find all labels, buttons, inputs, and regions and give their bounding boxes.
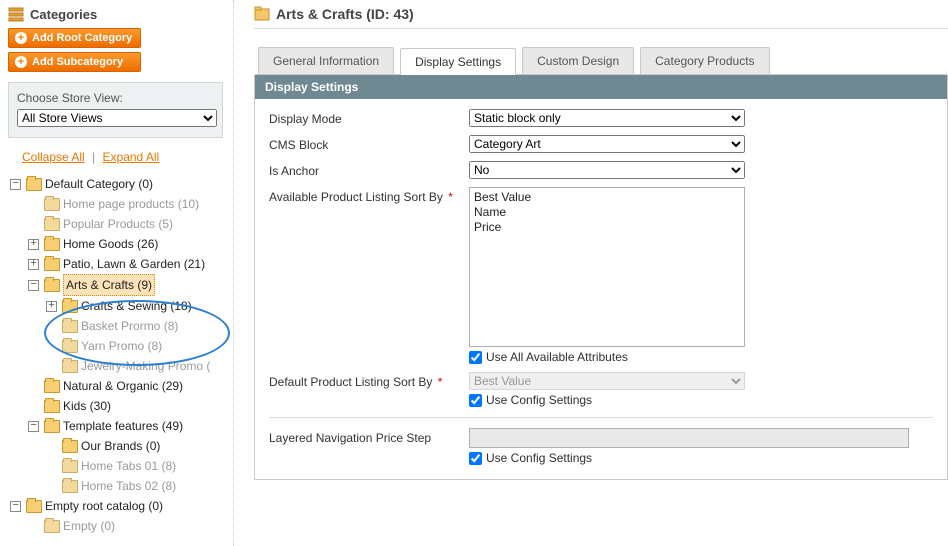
display-mode-label: Display Mode <box>269 109 469 126</box>
folder-icon <box>44 238 60 251</box>
folder-icon <box>44 258 60 271</box>
folder-icon <box>44 279 60 292</box>
use-all-attributes-label: Use All Available Attributes <box>486 350 628 364</box>
tree-node-empty[interactable]: Empty (0) <box>28 516 223 536</box>
page-title: Arts & Crafts (ID: 43) <box>276 6 414 22</box>
tree-node-arts-crafts[interactable]: − Arts & Crafts (9) <box>28 274 223 296</box>
folder-icon <box>62 340 78 353</box>
panel-heading: Display Settings <box>255 75 947 99</box>
folder-icon <box>44 380 60 393</box>
use-config-checkbox-2[interactable] <box>469 452 482 465</box>
tree-node-kids[interactable]: Kids (30) <box>28 396 223 416</box>
tree-node-home-goods[interactable]: +Home Goods (26) <box>28 234 223 254</box>
plus-icon: + <box>15 56 27 68</box>
required-mark: * <box>434 375 442 389</box>
layered-nav-input <box>469 428 909 448</box>
tree-node-template-features[interactable]: −Template features (49) <box>28 416 223 436</box>
folder-icon <box>44 400 60 413</box>
folder-icon <box>44 218 60 231</box>
sort-option[interactable]: Best Value <box>474 190 744 205</box>
tree-node-patio[interactable]: +Patio, Lawn & Garden (21) <box>28 254 223 274</box>
cms-block-select[interactable]: Category Art <box>469 135 745 153</box>
store-view-select[interactable]: All Store Views <box>17 109 217 127</box>
divider <box>254 28 948 29</box>
tree-node-natural-organic[interactable]: Natural & Organic (29) <box>28 376 223 396</box>
cms-block-label: CMS Block <box>269 135 469 152</box>
folder-icon <box>62 300 78 313</box>
categories-icon <box>8 6 24 22</box>
folder-icon <box>62 320 78 333</box>
tree-node-popular-products[interactable]: Popular Products (5) <box>28 214 223 234</box>
folder-icon <box>62 360 78 373</box>
avail-sort-multiselect[interactable]: Best Value Name Price <box>469 187 745 347</box>
plus-icon: + <box>15 32 27 44</box>
display-mode-select[interactable]: Static block only <box>469 109 745 127</box>
tree-node-empty-root[interactable]: −Empty root catalog (0) <box>10 496 223 516</box>
category-icon <box>254 6 270 22</box>
tree-node-jewelry-promo[interactable]: Jewelry-Making Promo ( <box>46 356 223 376</box>
tab-category-products[interactable]: Category Products <box>640 47 769 74</box>
tree-node-basket-promo[interactable]: Basket Prormo (8) <box>46 316 223 336</box>
use-config-label: Use Config Settings <box>486 393 592 407</box>
layered-nav-label: Layered Navigation Price Step <box>269 428 469 445</box>
tree-node-our-brands[interactable]: Our Brands (0) <box>46 436 223 456</box>
tree-node-home-page-products[interactable]: Home page products (10) <box>28 194 223 214</box>
is-anchor-select[interactable]: No <box>469 161 745 179</box>
expand-icon[interactable]: + <box>46 301 57 312</box>
tab-display-settings[interactable]: Display Settings <box>400 48 516 75</box>
categories-heading: Categories <box>30 7 97 22</box>
expand-icon[interactable]: + <box>28 259 39 270</box>
folder-icon <box>44 420 60 433</box>
collapse-icon[interactable]: − <box>28 280 39 291</box>
store-view-label: Choose Store View: <box>17 91 214 105</box>
sort-option[interactable]: Price <box>474 220 744 235</box>
tree-node-home-tabs-01[interactable]: Home Tabs 01 (8) <box>46 456 223 476</box>
collapse-icon[interactable]: − <box>10 179 21 190</box>
tab-bar: General Information Display Settings Cus… <box>254 47 948 74</box>
tree-node-yarn-promo[interactable]: Yarn Promo (8) <box>46 336 223 356</box>
required-mark: * <box>445 190 453 204</box>
tree-node-crafts-sewing[interactable]: +Crafts & Sewing (18) <box>46 296 223 316</box>
category-tree: − Default Category (0) Home page product… <box>10 174 223 536</box>
sort-option[interactable]: Name <box>474 205 744 220</box>
tab-general-information[interactable]: General Information <box>258 47 394 74</box>
folder-icon <box>44 520 60 533</box>
divider <box>269 417 933 418</box>
tree-node-default-category[interactable]: − Default Category (0) <box>10 174 223 194</box>
folder-icon <box>44 198 60 211</box>
is-anchor-label: Is Anchor <box>269 161 469 178</box>
collapse-icon[interactable]: − <box>28 421 39 432</box>
use-all-attributes-checkbox[interactable] <box>469 351 482 364</box>
tree-node-home-tabs-02[interactable]: Home Tabs 02 (8) <box>46 476 223 496</box>
folder-icon <box>62 440 78 453</box>
add-root-category-button[interactable]: +Add Root Category <box>8 28 141 48</box>
expand-icon[interactable]: + <box>28 239 39 250</box>
folder-icon <box>62 480 78 493</box>
separator: | <box>92 150 95 164</box>
collapse-all-link[interactable]: Collapse All <box>22 150 85 164</box>
folder-icon <box>26 500 42 513</box>
folder-icon <box>26 178 42 191</box>
expand-all-link[interactable]: Expand All <box>103 150 160 164</box>
avail-sort-label: Available Product Listing Sort By <box>269 190 443 204</box>
default-sort-select: Best Value <box>469 372 745 390</box>
add-subcategory-button[interactable]: +Add Subcategory <box>8 52 141 72</box>
collapse-icon[interactable]: − <box>10 501 21 512</box>
folder-icon <box>62 460 78 473</box>
use-config-label-2: Use Config Settings <box>486 451 592 465</box>
default-sort-label: Default Product Listing Sort By <box>269 375 432 389</box>
use-config-checkbox[interactable] <box>469 394 482 407</box>
tab-custom-design[interactable]: Custom Design <box>522 47 634 74</box>
